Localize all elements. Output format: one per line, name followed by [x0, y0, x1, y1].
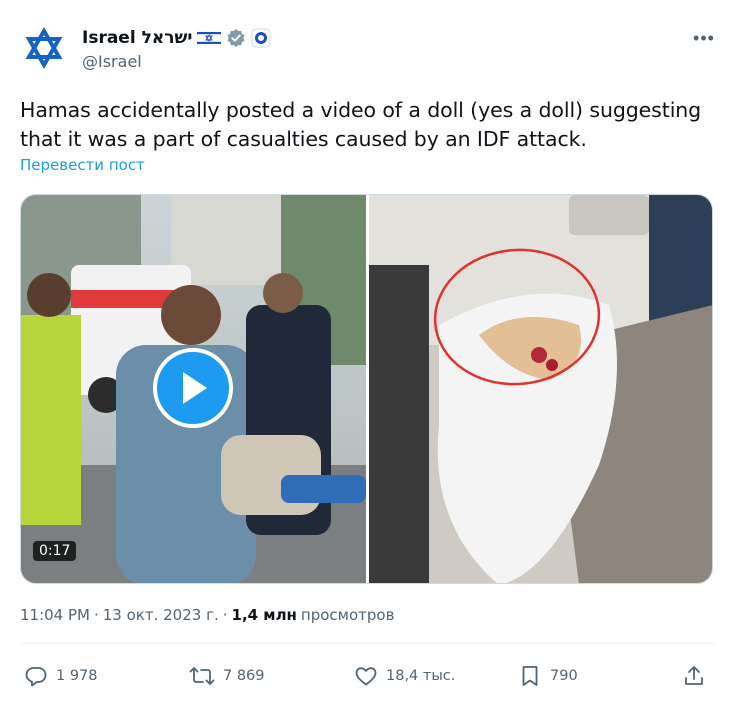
star-of-david-icon	[25, 26, 63, 70]
tweet-time[interactable]: 11:04 PM	[20, 606, 90, 624]
reply-count: 1 978	[56, 668, 98, 684]
like-button[interactable]: 18,4 тыс.	[354, 664, 455, 688]
bookmark-icon	[522, 666, 538, 686]
play-button[interactable]	[153, 348, 233, 428]
divider	[20, 643, 715, 644]
views-count: 1,4 млн	[231, 606, 297, 624]
like-count: 18,4 тыс.	[386, 668, 456, 684]
image-thumbnail[interactable]	[368, 195, 712, 583]
author-name[interactable]: Israel ישראל	[82, 28, 192, 48]
tweet-meta: 11:04 PM · 13 окт. 2023 г. · 1,4 млн про…	[20, 606, 394, 624]
share-button[interactable]	[682, 664, 706, 688]
media-grid: 0:17	[20, 194, 713, 584]
tweet-date[interactable]: 13 окт. 2023 г.	[103, 606, 219, 624]
translate-post-link[interactable]: Перевести пост	[20, 156, 145, 174]
bookmark-count: 790	[550, 668, 578, 684]
meta-separator: ·	[222, 606, 228, 624]
repost-icon	[189, 667, 215, 685]
share-icon	[685, 666, 703, 685]
heart-icon	[355, 667, 377, 686]
repost-count: 7 869	[223, 668, 265, 684]
avatar[interactable]	[18, 22, 70, 74]
views-label: просмотров	[300, 606, 395, 624]
reply-button[interactable]: 1 978	[24, 664, 98, 688]
israel-flag-icon	[197, 30, 222, 46]
meta-separator: ·	[93, 606, 99, 624]
doll-image	[368, 195, 712, 583]
video-thumbnail[interactable]: 0:17	[21, 195, 366, 583]
play-icon	[183, 372, 207, 404]
repost-button[interactable]: 7 869	[189, 664, 265, 688]
tweet-text: Hamas accidentally posted a video of a d…	[20, 98, 702, 151]
author-name-row[interactable]: Israel ישראל	[82, 26, 271, 50]
author-handle[interactable]: @Israel	[82, 52, 142, 71]
more-options-icon[interactable]: •••	[690, 26, 718, 50]
verified-badge-icon[interactable]	[226, 28, 246, 48]
video-duration-badge: 0:17	[33, 541, 77, 561]
government-seal-icon[interactable]	[251, 28, 271, 48]
reply-icon	[25, 667, 47, 687]
bookmark-button[interactable]: 790	[518, 664, 578, 688]
